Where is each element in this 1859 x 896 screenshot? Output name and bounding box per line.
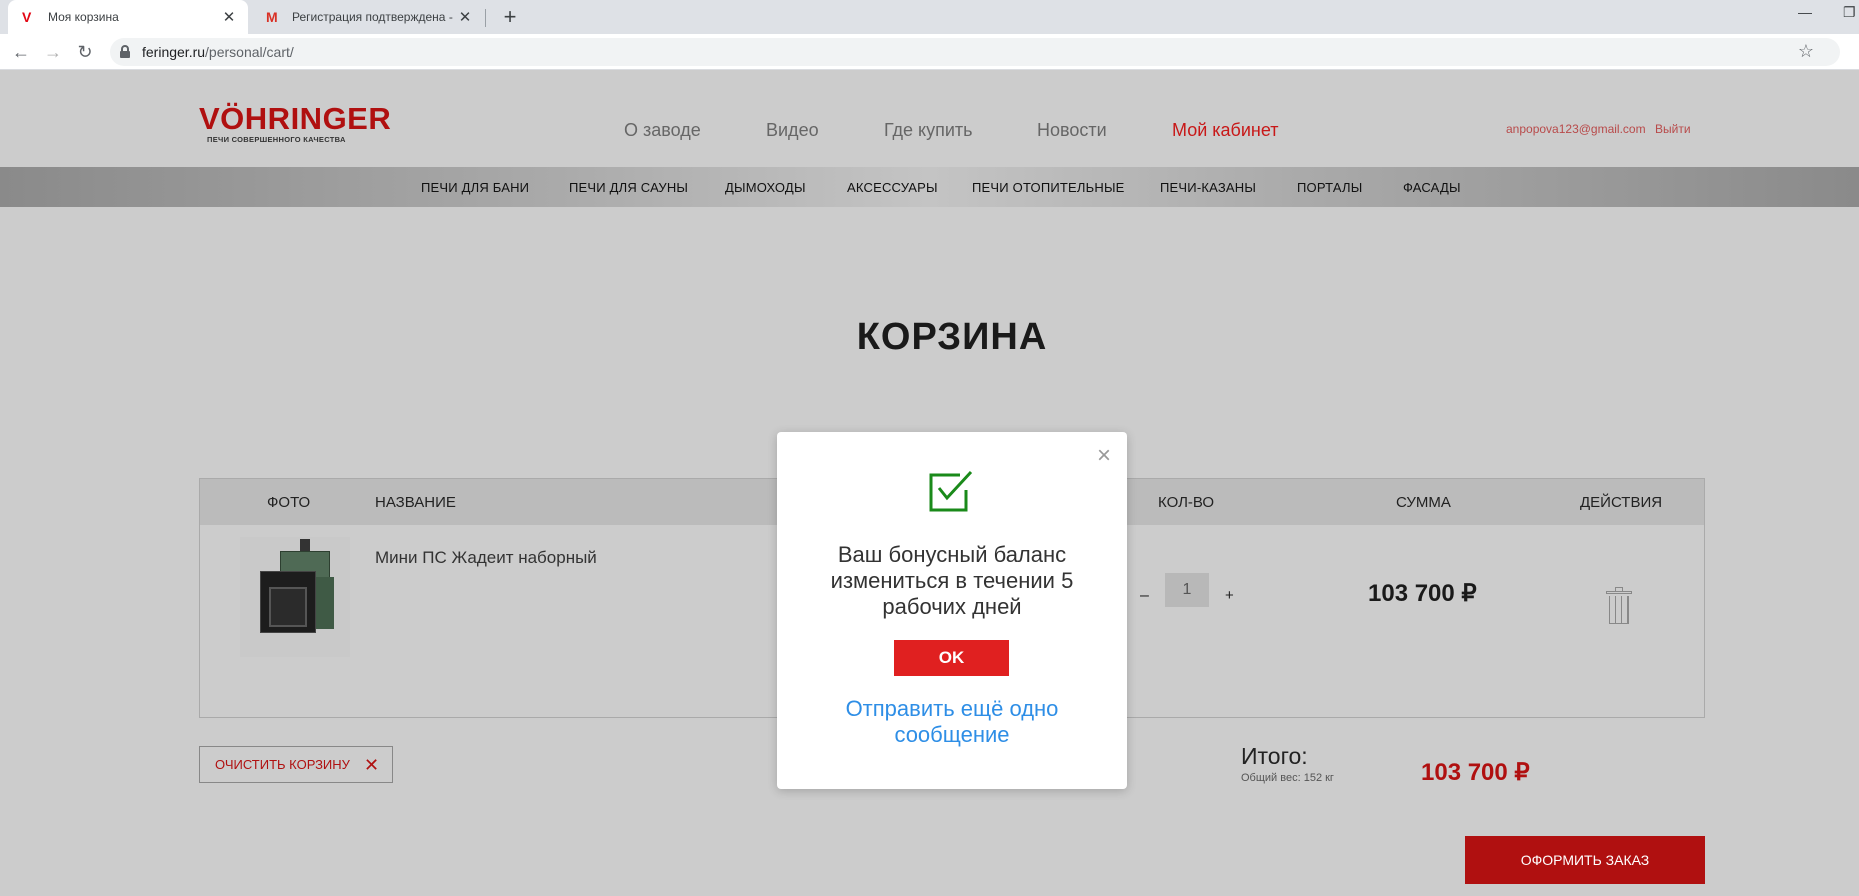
nav-where-to-buy[interactable]: Где купить [884,120,973,141]
category-menu: ПЕЧИ ДЛЯ БАНИ ПЕЧИ ДЛЯ САУНЫ ДЫМОХОДЫ АК… [0,167,1859,207]
nav-video[interactable]: Видео [766,120,819,141]
tab-inactive[interactable]: M Регистрация подтверждена - ar ✕ [252,0,484,34]
modal-message: Ваш бонусный баланс измениться в течении… [830,542,1074,619]
site-logo[interactable]: VÖHRINGER ПЕЧИ СОВЕРШЕННОГО КАЧЕСТВА [199,101,392,145]
logout-link[interactable]: Выйти [1655,122,1691,136]
modal-close-icon[interactable]: × [1097,444,1111,468]
bookmark-star-icon[interactable]: ☆ [1798,41,1814,62]
send-another-message-link[interactable]: Отправить ещё одно сообщение [807,696,1097,748]
qty-decrease-button[interactable]: – [1140,587,1149,605]
nav-my-account[interactable]: Мой кабинет [1172,120,1279,141]
browser-tab-strip: V Моя корзина ✕ M Регистрация подтвержде… [0,0,1859,34]
qty-input[interactable]: 1 [1165,573,1209,607]
clear-cart-button[interactable]: ОЧИСТИТЬ КОРЗИНУ ✕ [199,746,393,783]
tab-separator [485,9,486,27]
row-sum: 103 700 ₽ [1368,580,1477,607]
category-sauna-stoves[interactable]: ПЕЧИ ДЛЯ САУНЫ [569,180,688,195]
col-qty: КОЛ-ВО [1158,494,1215,511]
vohringer-favicon-icon: V [22,9,32,25]
product-name-link[interactable]: Мини ПС Жадеит наборный [375,548,597,568]
category-cauldron-stoves[interactable]: ПЕЧИ-КАЗАНЫ [1160,180,1256,195]
col-sum: СУММА [1396,494,1451,511]
page-title: КОРЗИНА [856,316,1048,358]
checkbox-check-icon [929,470,973,512]
clear-cart-label: ОЧИСТИТЬ КОРЗИНУ [215,757,350,772]
tab-active[interactable]: V Моя корзина ✕ [8,0,248,34]
category-heating-stoves[interactable]: ПЕЧИ ОТОПИТЕЛЬНЫЕ [972,180,1125,195]
col-name: НАЗВАНИЕ [375,494,456,511]
product-image[interactable] [240,537,350,657]
new-tab-button[interactable]: + [496,3,524,31]
tab-title: Моя корзина [48,10,119,24]
user-email-link[interactable]: anpopova123@gmail.com [1506,122,1646,136]
total-weight: Общий вес: 152 кг [1241,772,1334,784]
forward-icon[interactable]: → [41,40,65,64]
gmail-favicon-icon: M [266,9,278,25]
ok-button[interactable]: OK [894,640,1009,676]
back-icon[interactable]: ← [9,40,33,64]
total-label: Итого: [1241,743,1308,769]
url-path: /personal/cart/ [205,44,294,60]
col-actions: ДЕЙСТВИЯ [1580,494,1663,511]
trash-icon[interactable] [1606,587,1632,625]
tab-title: Регистрация подтверждена - ar [292,10,454,24]
tab-close-icon[interactable]: ✕ [218,8,240,26]
category-accessories[interactable]: АКСЕССУАРЫ [847,180,938,195]
category-facades[interactable]: ФАСАДЫ [1403,180,1461,195]
logo-brand: VÖHRINGER [199,101,392,136]
checkout-button[interactable]: ОФОРМИТЬ ЗАКАЗ [1465,836,1705,884]
lock-icon [120,45,130,58]
minimize-icon[interactable]: — [1798,4,1812,20]
category-portals[interactable]: ПОРТАЛЫ [1297,180,1362,195]
address-bar: ← → ↻ feringer.ru/personal/cart/ ☆ [0,34,1859,70]
category-chimneys[interactable]: ДЫМОХОДЫ [725,180,806,195]
qty-increase-button[interactable]: + [1225,587,1234,604]
nav-about[interactable]: О заводе [624,120,701,141]
logo-tagline: ПЕЧИ СОВЕРШЕННОГО КАЧЕСТВА [207,135,346,144]
url-field[interactable]: feringer.ru/personal/cart/ ☆ [110,38,1840,66]
total-sum: 103 700 ₽ [1421,759,1530,786]
category-bath-stoves[interactable]: ПЕЧИ ДЛЯ БАНИ [421,180,529,195]
bonus-modal: × Ваш бонусный баланс измениться в течен… [777,432,1127,789]
reload-icon[interactable]: ↻ [73,40,97,64]
close-icon: ✕ [363,754,380,775]
nav-news[interactable]: Новости [1037,120,1107,141]
url-text: feringer.ru/personal/cart/ [142,44,294,60]
site-page: VÖHRINGER ПЕЧИ СОВЕРШЕННОГО КАЧЕСТВА О з… [0,70,1859,896]
tab-close-icon[interactable]: ✕ [454,8,476,26]
col-photo: ФОТО [267,494,311,511]
url-domain: feringer.ru [142,44,206,60]
restore-icon[interactable]: ❐ [1843,4,1856,21]
